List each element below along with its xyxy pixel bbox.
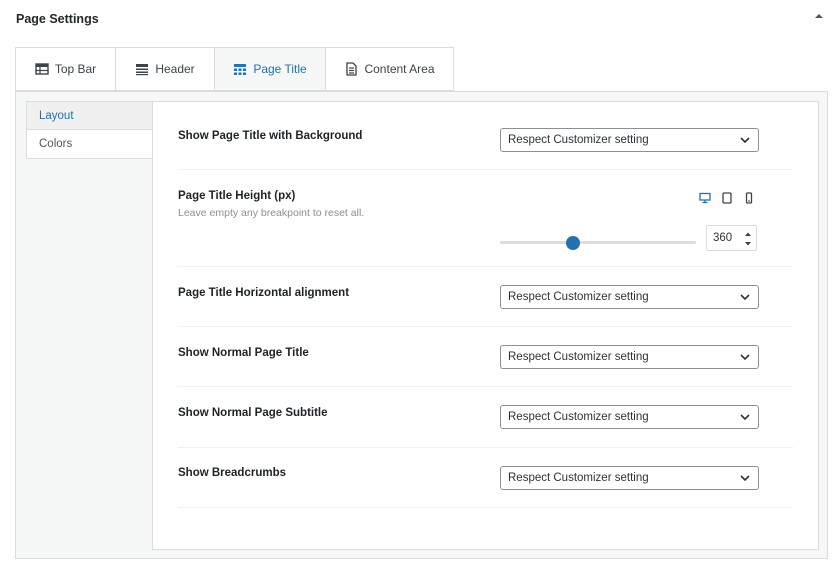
setting-label: Page Title Height (px) — [178, 190, 296, 202]
breakpoint-switcher — [699, 192, 755, 204]
select-value: Respect Customizer setting — [508, 411, 649, 423]
table-icon — [35, 63, 49, 75]
setting-row-breadcrumbs: Show Breadcrumbs Respect Customizer sett… — [178, 448, 793, 508]
panel-title: Page Settings — [16, 12, 99, 26]
chevron-down-icon — [740, 475, 750, 482]
spin-up-icon[interactable] — [744, 230, 752, 238]
setting-row-height: Page Title Height (px) Leave empty any b… — [178, 170, 793, 267]
panel-header: Page Settings — [0, 0, 840, 38]
select-value: Respect Customizer setting — [508, 134, 649, 146]
slider-thumb[interactable] — [565, 236, 580, 250]
setting-label: Page Title Horizontal alignment — [178, 287, 350, 299]
number-value: 360 — [713, 232, 733, 244]
settings-frame: Layout Colors Show Page Title with Backg… — [15, 91, 828, 559]
document-icon — [346, 62, 358, 76]
side-nav: Layout Colors — [26, 101, 153, 159]
select-value: Respect Customizer setting — [508, 351, 649, 363]
settings-content: Show Page Title with Background Respect … — [152, 101, 819, 550]
height-number-input[interactable]: 360 — [706, 225, 757, 251]
setting-label: Show Normal Page Subtitle — [178, 407, 328, 419]
tablet-icon[interactable] — [721, 192, 733, 204]
setting-row-normal-subtitle: Show Normal Page Subtitle Respect Custom… — [178, 387, 793, 448]
header-icon — [136, 64, 149, 76]
breadcrumbs-select[interactable]: Respect Customizer setting — [500, 466, 759, 490]
tab-page-title[interactable]: Page Title — [215, 47, 326, 91]
collapse-triangle-icon[interactable] — [812, 10, 826, 22]
chevron-down-icon — [740, 354, 750, 361]
background-select[interactable]: Respect Customizer setting — [500, 128, 759, 152]
tab-label: Top Bar — [54, 62, 97, 76]
slider-track — [500, 241, 696, 244]
normal-subtitle-select[interactable]: Respect Customizer setting — [500, 405, 759, 429]
mobile-icon[interactable] — [743, 192, 755, 204]
spin-down-icon[interactable] — [744, 240, 752, 248]
side-nav-item-layout[interactable]: Layout — [26, 101, 153, 130]
setting-label: Show Page Title with Background — [178, 130, 363, 142]
side-nav-item-colors[interactable]: Colors — [26, 130, 153, 159]
setting-row-background: Show Page Title with Background Respect … — [178, 102, 793, 170]
tab-header[interactable]: Header — [116, 47, 215, 91]
tab-label: Content Area — [364, 62, 435, 76]
normal-title-select[interactable]: Respect Customizer setting — [500, 345, 759, 369]
chevron-down-icon — [740, 294, 750, 301]
grid-icon — [234, 64, 247, 75]
alignment-select[interactable]: Respect Customizer setting — [500, 285, 759, 309]
settings-tabs: Top Bar Header Page Title Content Area — [15, 47, 454, 91]
height-slider[interactable] — [500, 236, 696, 250]
chevron-down-icon — [740, 137, 750, 144]
select-value: Respect Customizer setting — [508, 291, 649, 303]
tab-label: Page Title — [253, 62, 307, 76]
desktop-icon[interactable] — [699, 192, 711, 204]
setting-label: Show Normal Page Title — [178, 347, 309, 359]
tab-top-bar[interactable]: Top Bar — [15, 47, 116, 91]
setting-description: Leave empty any breakpoint to reset all. — [178, 207, 365, 219]
setting-label: Show Breadcrumbs — [178, 467, 286, 479]
select-value: Respect Customizer setting — [508, 472, 649, 484]
setting-row-alignment: Page Title Horizontal alignment Respect … — [178, 267, 793, 327]
tab-content-area[interactable]: Content Area — [326, 47, 454, 91]
tab-label: Header — [155, 62, 195, 76]
chevron-down-icon — [740, 414, 750, 421]
setting-row-normal-title: Show Normal Page Title Respect Customize… — [178, 327, 793, 387]
